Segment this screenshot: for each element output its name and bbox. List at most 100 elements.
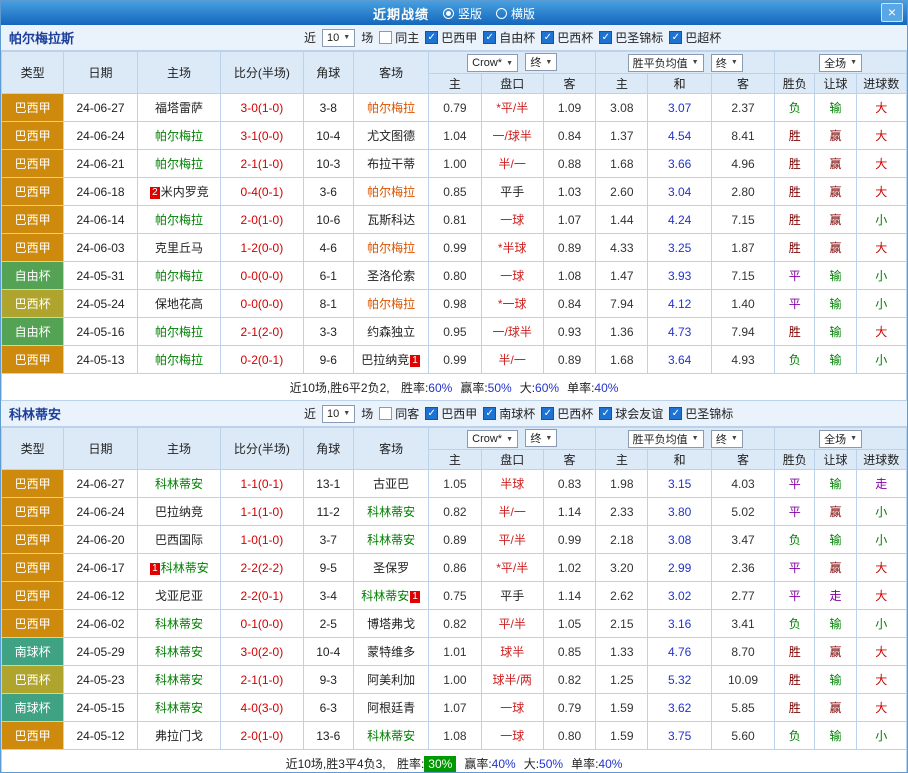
league-filter-checkbox[interactable]: ✓巴西杯: [541, 405, 593, 422]
avg-odds-select[interactable]: 胜平负均值▼: [628, 54, 704, 72]
rank-badge: 1: [410, 355, 420, 367]
final-odds-select[interactable]: 终▼: [711, 54, 743, 72]
home-team-cell: 克里丘马: [137, 234, 220, 262]
recent-count-select[interactable]: 10 ▼: [322, 405, 355, 423]
home-odds-cell: 1.08: [429, 722, 481, 750]
recent-count-select[interactable]: 10 ▼: [322, 29, 355, 47]
result-cell: 平: [775, 498, 815, 526]
chevron-down-icon: ▼: [731, 59, 738, 66]
home-odds-cell: 0.99: [429, 234, 481, 262]
league-filter-checkbox[interactable]: ✓巴圣锦标: [599, 29, 663, 46]
away-odds-cell: 1.02: [543, 554, 595, 582]
final-line-select[interactable]: 终▼: [525, 429, 557, 447]
same-venue-checkbox[interactable]: 同主: [379, 29, 419, 46]
team-name: 科林蒂安: [155, 701, 203, 715]
league-cell: 巴西甲: [2, 206, 64, 234]
corners-cell: 8-1: [303, 290, 353, 318]
let-result-cell: 赢: [815, 498, 856, 526]
chevron-down-icon: ▼: [731, 435, 738, 442]
home-odds-cell: 1.07: [429, 694, 481, 722]
final-line-select[interactable]: 终▼: [525, 53, 557, 71]
radio-horizontal-layout[interactable]: 横版: [496, 5, 535, 22]
league-filter-checkbox[interactable]: ✓球会友谊: [599, 405, 663, 422]
avg-away-cell: 1.40: [711, 290, 774, 318]
team-name: 科林蒂安: [155, 645, 203, 659]
league-filter-checkbox[interactable]: ✓自由杯: [483, 29, 535, 46]
match-row: 巴西甲24-06-24巴拉纳竞1-1(1-0)11-2科林蒂安0.82半/一1.…: [2, 498, 907, 526]
team-name: 巴拉纳竞: [155, 505, 203, 519]
let-result-cell: 赢: [815, 150, 856, 178]
handicap-cell: *一球: [481, 290, 543, 318]
date-cell: 24-06-27: [64, 94, 137, 122]
team-name: 帕尔梅拉: [367, 297, 415, 311]
avg-draw-cell: 4.54: [648, 122, 711, 150]
away-team-cell: 博塔弗戈: [353, 610, 428, 638]
league-filter-checkbox[interactable]: ✓南球杯: [483, 405, 535, 422]
away-team-cell: 科林蒂安: [353, 498, 428, 526]
bookmaker-select[interactable]: Crow*▼: [467, 430, 518, 448]
summary-prefix: 近10场,胜6平2负2,: [290, 381, 393, 395]
scope-select[interactable]: 全场▼: [819, 54, 862, 72]
avg-home-cell: 3.20: [596, 554, 648, 582]
col-header-result: 胜负: [775, 450, 815, 470]
home-team-cell: 弗拉门戈: [137, 722, 220, 750]
avg-draw-cell: 3.07: [648, 94, 711, 122]
league-cell: 巴西甲: [2, 346, 64, 374]
final-odds-select[interactable]: 终▼: [711, 430, 743, 448]
let-result-cell: 输: [815, 470, 856, 498]
col-header-corner: 角球: [303, 52, 353, 94]
league-cell: 巴西杯: [2, 290, 64, 318]
league-cell: 巴西甲: [2, 178, 64, 206]
league-filter-checkbox[interactable]: ✓巴西甲: [425, 405, 477, 422]
col-header-home: 主场: [137, 428, 220, 470]
league-filter-label: 自由杯: [499, 29, 535, 46]
date-cell: 24-05-12: [64, 722, 137, 750]
match-row: 巴西甲24-06-20巴西国际1-0(1-0)3-7科林蒂安0.89平/半0.9…: [2, 526, 907, 554]
team-name: 科林蒂安: [161, 561, 209, 575]
match-row: 南球杯24-05-29科林蒂安3-0(2-0)10-4蒙特维多1.01球半0.8…: [2, 638, 907, 666]
avg-away-cell: 8.41: [711, 122, 774, 150]
home-odds-cell: 0.80: [429, 262, 481, 290]
checkbox-unchecked-icon: [379, 31, 392, 44]
avg-draw-cell: 3.80: [648, 498, 711, 526]
avg-away-cell: 5.60: [711, 722, 774, 750]
avg-odds-group-header: 胜平负均值▼ 终▼: [596, 52, 775, 74]
avg-home-cell: 1.36: [596, 318, 648, 346]
result-group-header: 全场▼: [775, 428, 907, 450]
bookmaker-value: Crow*: [472, 57, 502, 69]
match-row: 巴西甲24-06-21帕尔梅拉2-1(1-0)10-3布拉干蒂1.00半/一0.…: [2, 150, 907, 178]
scope-select[interactable]: 全场▼: [819, 430, 862, 448]
date-cell: 24-06-24: [64, 122, 137, 150]
result-cell: 平: [775, 554, 815, 582]
close-button[interactable]: ×: [881, 3, 903, 22]
goals-result-cell: 大: [856, 234, 906, 262]
avg-away-cell: 2.37: [711, 94, 774, 122]
league-filter-checkbox[interactable]: ✓巴西甲: [425, 29, 477, 46]
let-result-cell: 赢: [815, 206, 856, 234]
away-team-cell: 布拉干蒂: [353, 150, 428, 178]
league-filter-checkbox[interactable]: ✓巴超杯: [669, 29, 721, 46]
away-odds-cell: 0.80: [543, 722, 595, 750]
let-result-cell: 走: [815, 582, 856, 610]
avg-odds-select[interactable]: 胜平负均值▼: [628, 430, 704, 448]
corners-cell: 10-6: [303, 206, 353, 234]
checkbox-checked-icon: ✓: [541, 31, 554, 44]
same-venue-label: 同主: [395, 29, 419, 46]
bookmaker-select[interactable]: Crow*▼: [467, 54, 518, 72]
avg-home-cell: 2.33: [596, 498, 648, 526]
league-filter-checkbox[interactable]: ✓巴西杯: [541, 29, 593, 46]
final-odds-value: 终: [716, 431, 727, 447]
league-filter-checkbox[interactable]: ✓巴圣锦标: [669, 405, 733, 422]
match-row: 南球杯24-05-15科林蒂安4-0(3-0)6-3阿根廷青1.07一球0.79…: [2, 694, 907, 722]
away-odds-cell: 0.82: [543, 666, 595, 694]
games-label: 场: [361, 29, 373, 46]
same-venue-checkbox[interactable]: 同客: [379, 405, 419, 422]
radio-vertical-layout[interactable]: 竖版: [443, 5, 482, 22]
date-cell: 24-06-20: [64, 526, 137, 554]
avg-home-cell: 2.18: [596, 526, 648, 554]
away-team-cell: 科林蒂安1: [353, 582, 428, 610]
team-name: 科林蒂安: [367, 533, 415, 547]
corners-cell: 6-3: [303, 694, 353, 722]
date-cell: 24-06-24: [64, 498, 137, 526]
handicap-cell: 一/球半: [481, 122, 543, 150]
